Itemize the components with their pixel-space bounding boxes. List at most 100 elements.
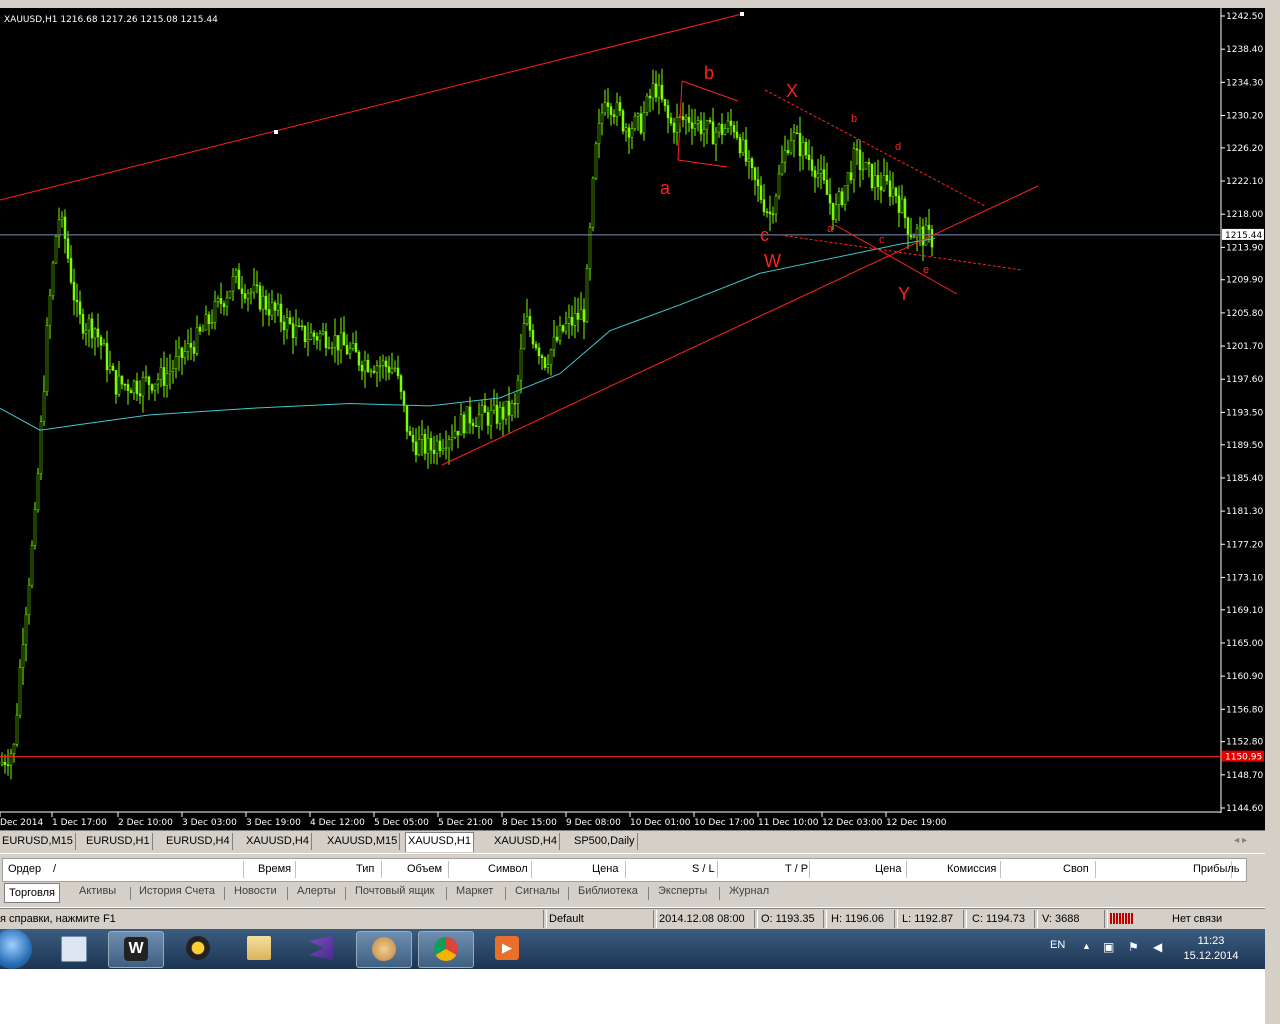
time-tick-label: 3 Dec 19:00 bbox=[246, 818, 301, 828]
taskbar-terminal[interactable]: W bbox=[108, 931, 164, 968]
candle-body bbox=[180, 347, 184, 359]
candle-body bbox=[195, 326, 199, 354]
taskbar-aimp[interactable] bbox=[171, 931, 225, 966]
flag-icon[interactable]: ⚑ bbox=[1128, 940, 1139, 954]
taskbar-chrome[interactable] bbox=[418, 931, 474, 968]
tab-library[interactable]: Библиотека bbox=[578, 885, 638, 897]
candle-body bbox=[237, 269, 241, 290]
candle-body bbox=[504, 400, 508, 420]
candle-body bbox=[882, 175, 886, 191]
time-tick-label: 5 Dec 05:00 bbox=[374, 818, 429, 828]
tab-chart-2[interactable]: EURUSD,H1 bbox=[84, 833, 153, 850]
candle-body bbox=[516, 379, 520, 404]
taskbar-calculator[interactable] bbox=[46, 931, 100, 966]
candle-body bbox=[210, 322, 214, 324]
status-profile[interactable]: Default bbox=[549, 913, 584, 925]
candle-body bbox=[702, 128, 706, 135]
taskbar-visualstudio[interactable] bbox=[294, 931, 348, 966]
candle-body bbox=[360, 364, 364, 372]
tab-signals[interactable]: Сигналы bbox=[515, 885, 560, 897]
tab-chart-3[interactable]: EURUSD,H4 bbox=[164, 833, 233, 850]
candle-body bbox=[216, 298, 220, 302]
window-scrollbar[interactable] bbox=[1265, 0, 1280, 1024]
col-sort[interactable]: / bbox=[53, 863, 56, 875]
col-swap[interactable]: Своп bbox=[1063, 863, 1089, 875]
col-sl[interactable]: S / L bbox=[692, 863, 715, 875]
candle-body bbox=[357, 351, 361, 366]
tabs-scroll-arrows-icon[interactable]: ◂ ▸ bbox=[1234, 835, 1247, 846]
clock[interactable]: 11:23 15.12.2014 bbox=[1180, 934, 1242, 964]
candle-body bbox=[597, 123, 601, 145]
candle-body bbox=[846, 172, 850, 186]
col-tp[interactable]: T / P bbox=[785, 863, 808, 875]
candle-body bbox=[879, 186, 883, 191]
price-chart[interactable]: 1242.50 1238.40 1234.30 1230.20 1226.20 1222.… bbox=[0, 8, 1265, 830]
candle-body bbox=[798, 132, 802, 157]
candle-body bbox=[111, 365, 115, 371]
candle-body bbox=[582, 309, 586, 323]
candle-body bbox=[303, 325, 307, 343]
candle-body bbox=[3, 761, 7, 765]
candle-body bbox=[363, 359, 367, 372]
start-button[interactable] bbox=[0, 929, 32, 969]
taskbar-explorer[interactable] bbox=[232, 931, 286, 966]
tab-journal[interactable]: Журнал bbox=[729, 885, 769, 897]
chart-tabs: EURUSD,M15 EURUSD,H1 EURUSD,H4 XAUUSD,H4… bbox=[0, 830, 1265, 853]
network-icon[interactable]: ▣ bbox=[1103, 940, 1114, 954]
chart-canvas[interactable]: 1242.50 1238.40 1234.30 1230.20 1226.20 1222.… bbox=[0, 8, 1265, 830]
col-time[interactable]: Время bbox=[258, 863, 291, 875]
candle-body bbox=[12, 744, 16, 755]
language-indicator[interactable]: EN bbox=[1050, 939, 1065, 951]
tab-chart-5[interactable]: XAUUSD,M15 bbox=[325, 833, 401, 850]
tab-mailbox[interactable]: Почтовый ящик bbox=[355, 885, 434, 897]
taskbar-media[interactable]: ▶ bbox=[480, 931, 534, 966]
wave-b-line bbox=[681, 80, 739, 102]
candle-body bbox=[336, 335, 340, 351]
candle-body bbox=[576, 313, 580, 320]
candle-body bbox=[663, 99, 667, 106]
folder-icon bbox=[247, 936, 271, 960]
col-symbol[interactable]: Символ bbox=[488, 863, 528, 875]
taskbar-paint[interactable] bbox=[356, 931, 412, 968]
candle-body bbox=[651, 83, 655, 99]
candle-body bbox=[708, 120, 712, 123]
calculator-icon bbox=[61, 936, 87, 962]
candle-body bbox=[87, 318, 91, 331]
tab-chart-7[interactable]: XAUUSD,H4 bbox=[492, 833, 560, 850]
tab-experts[interactable]: Эксперты bbox=[658, 885, 707, 897]
candle-body bbox=[378, 365, 382, 367]
volume-icon[interactable]: ◀ bbox=[1153, 940, 1162, 954]
col-volume[interactable]: Объем bbox=[407, 863, 442, 875]
wave-label: b bbox=[851, 113, 857, 125]
tab-trade[interactable]: Торговля bbox=[4, 883, 60, 903]
tab-chart-4[interactable]: XAUUSD,H4 bbox=[244, 833, 312, 850]
candle-body bbox=[768, 211, 772, 215]
candle-body bbox=[873, 175, 877, 189]
col-price[interactable]: Цена bbox=[592, 863, 618, 875]
candle-body bbox=[780, 161, 784, 175]
tray-expand-icon[interactable]: ▲ bbox=[1082, 941, 1091, 951]
wave-label: a bbox=[660, 178, 671, 198]
tab-alerts[interactable]: Алерты bbox=[297, 885, 336, 897]
col-type[interactable]: Тип bbox=[356, 863, 374, 875]
lower-trendline bbox=[441, 185, 1039, 466]
col-price-current[interactable]: Цена bbox=[875, 863, 901, 875]
wave-label: Y bbox=[898, 284, 910, 304]
col-profit[interactable]: Прибыль bbox=[1193, 863, 1240, 875]
tab-assets[interactable]: Активы bbox=[79, 885, 116, 897]
col-commission[interactable]: Комиссия bbox=[947, 863, 996, 875]
candle-body bbox=[408, 431, 412, 436]
candle-body bbox=[690, 122, 694, 129]
col-order[interactable]: Ордер bbox=[8, 863, 41, 875]
tab-chart-8[interactable]: SP500,Daily bbox=[572, 833, 638, 850]
candle-body bbox=[648, 95, 652, 99]
candle-body bbox=[537, 347, 541, 357]
candle-body bbox=[441, 447, 445, 451]
tab-history[interactable]: История Счета bbox=[139, 885, 215, 897]
tab-market[interactable]: Маркет bbox=[456, 885, 493, 897]
time-tick-label: 12 Dec 19:00 bbox=[886, 818, 947, 828]
tab-chart-1[interactable]: EURUSD,M15 bbox=[0, 833, 76, 850]
tab-chart-active[interactable]: XAUUSD,H1 bbox=[405, 832, 474, 852]
tab-news[interactable]: Новости bbox=[234, 885, 277, 897]
candle-body bbox=[618, 102, 622, 111]
